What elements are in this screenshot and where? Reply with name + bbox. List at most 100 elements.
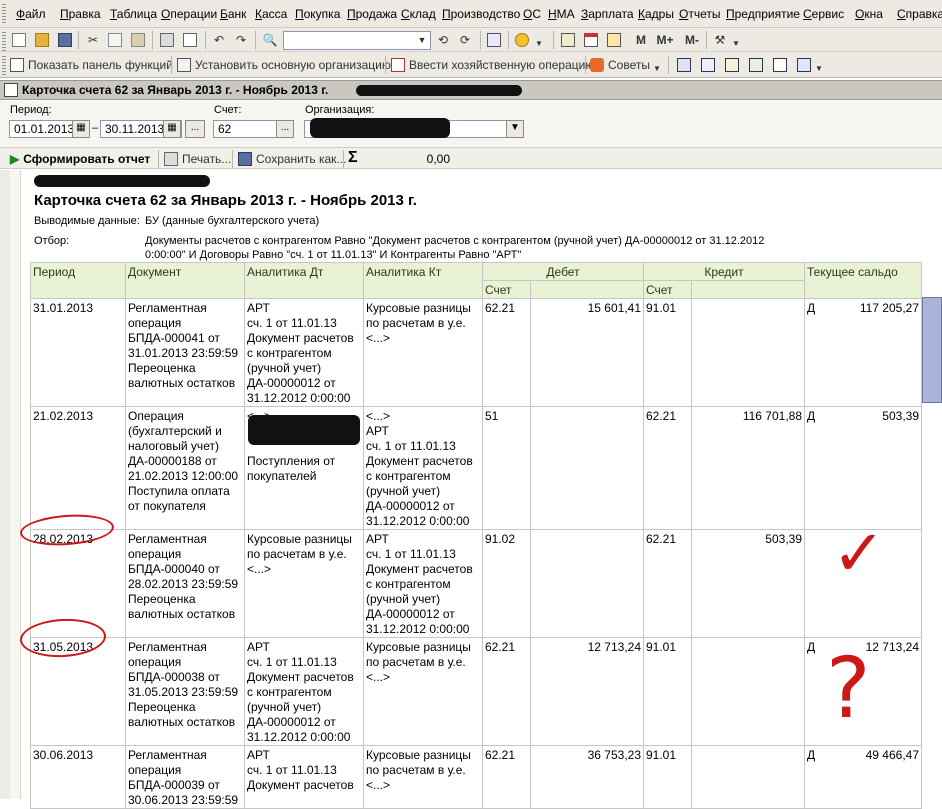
menu-item-3[interactable]: Операции xyxy=(161,7,217,21)
cell-c-sum[interactable]: 503,39 xyxy=(691,529,805,638)
cell-doc[interactable]: Регламентная операция БПДА-000039 от 30.06.… xyxy=(125,745,245,809)
cell-d-acc[interactable]: 91.02 xyxy=(482,529,531,638)
table-row[interactable]: 30.06.2013 Регламентная операция БПДА-00003… xyxy=(30,745,922,809)
menu-item-14[interactable]: Отчеты xyxy=(679,7,721,21)
copy-icon[interactable] xyxy=(106,31,124,49)
cell-d-sum[interactable] xyxy=(530,529,644,638)
menu-item-17[interactable]: Окна xyxy=(855,7,883,21)
table-row[interactable]: 28.02.2013 Регламентная операция БПДА-00004… xyxy=(30,529,922,638)
cell-d-sum[interactable] xyxy=(530,406,644,530)
clipboard-icon[interactable] xyxy=(605,31,623,49)
menu-item-12[interactable]: Зарплата xyxy=(581,7,634,21)
windows-icon[interactable] xyxy=(485,31,503,49)
cell-c-sum[interactable] xyxy=(691,637,805,746)
menu-item-9[interactable]: Производство xyxy=(442,7,520,21)
cell-d-sum[interactable]: 36 753,23 xyxy=(530,745,644,809)
memory-button[interactable]: M xyxy=(633,31,649,49)
cell-dt[interactable]: Курсовые разницы по расчетам в у.е. <...> xyxy=(244,529,364,638)
menu-item-11[interactable]: НМА xyxy=(548,7,575,21)
date-from-calendar-icon[interactable]: ▦ xyxy=(72,120,90,138)
cut-icon[interactable]: ✂ xyxy=(84,31,102,49)
menu-item-8[interactable]: Склад xyxy=(401,7,436,21)
tips-button[interactable]: Советы xyxy=(590,56,650,74)
chart-icon[interactable] xyxy=(795,56,813,74)
paste-icon[interactable] xyxy=(129,31,147,49)
more-dropdown-icon[interactable]: ▼ xyxy=(814,59,824,77)
account-select-button[interactable]: ... xyxy=(276,120,294,138)
table-row[interactable]: 31.05.2013 Регламентная операция БПДА-00003… xyxy=(30,637,922,746)
cell-kt[interactable]: Курсовые разницы по расчетам в у.е. <...> xyxy=(363,298,483,407)
journal-icon[interactable] xyxy=(699,56,717,74)
cell-d-acc[interactable]: 51 xyxy=(482,406,531,530)
cell-doc[interactable]: Регламентная операция БПДА-000038 от 31.05.… xyxy=(125,637,245,746)
cell-period[interactable]: 30.06.2013 xyxy=(30,745,126,809)
cell-dt[interactable]: АРТ сч. 1 от 11.01.13 Документ расчетов xyxy=(244,745,364,809)
info-dropdown-icon[interactable]: ▼ xyxy=(534,34,544,52)
save-as-button[interactable]: Сохранить как... xyxy=(238,150,346,168)
undo-icon[interactable]: ↶ xyxy=(210,31,228,49)
print-button[interactable]: Печать... xyxy=(164,150,231,168)
show-panel-button[interactable]: Показать панель функций xyxy=(10,56,173,74)
redo-icon[interactable]: ↷ xyxy=(232,31,250,49)
employee-icon[interactable] xyxy=(747,56,765,74)
open-folder-icon[interactable] xyxy=(33,31,51,49)
menu-item-16[interactable]: Сервис xyxy=(803,7,844,21)
cell-c-acc[interactable]: 91.01 xyxy=(643,745,692,809)
tips-dropdown-icon[interactable]: ▼ xyxy=(652,59,662,77)
cell-doc[interactable]: Регламентная операция БПДА-000040 от 28.02.… xyxy=(125,529,245,638)
cell-bal[interactable]: Д 49 466,47 xyxy=(804,745,922,809)
menu-item-5[interactable]: Касса xyxy=(255,7,287,21)
set-main-org-button[interactable]: Установить основную организацию xyxy=(177,56,391,74)
users-icon[interactable] xyxy=(723,56,741,74)
cell-kt[interactable]: АРТ сч. 1 от 11.01.13 Документ расчетов с к… xyxy=(363,529,483,638)
cell-c-acc[interactable]: 91.01 xyxy=(643,637,692,746)
cell-kt[interactable]: Курсовые разницы по расчетам в у.е. <...> xyxy=(363,637,483,746)
print-preview-icon[interactable] xyxy=(181,31,199,49)
memory-plus-button[interactable]: M+ xyxy=(653,31,677,49)
memory-minus-button[interactable]: M- xyxy=(681,31,703,49)
menu-item-1[interactable]: Правка xyxy=(60,7,101,21)
cell-dt[interactable]: АРТ сч. 1 от 11.01.13 Документ расчетов с к… xyxy=(244,298,364,407)
cell-kt[interactable]: Курсовые разницы по расчетам в у.е. <...> xyxy=(363,745,483,809)
cell-dt[interactable]: АРТ сч. 1 от 11.01.13 Документ расчетов с к… xyxy=(244,637,364,746)
calculator-icon[interactable] xyxy=(559,31,577,49)
enter-operation-button[interactable]: Ввести хозяйственную операцию xyxy=(391,56,594,74)
menu-item-10[interactable]: ОС xyxy=(523,7,541,21)
menu-item-2[interactable]: Таблица xyxy=(110,7,157,21)
menu-item-4[interactable]: Банк xyxy=(220,7,246,21)
generate-report-button[interactable]: ▶ Сформировать отчет xyxy=(10,150,150,168)
report-icon[interactable] xyxy=(771,56,789,74)
cell-doc[interactable]: Регламентная операция БПДА-000041 от 31.01.… xyxy=(125,298,245,407)
search-dropdown-icon[interactable]: ▼ xyxy=(415,31,429,49)
cell-d-acc[interactable]: 62.21 xyxy=(482,298,531,407)
cell-doc[interactable]: Операция (бухгалтерский и налоговый учет) Д… xyxy=(125,406,245,530)
menu-item-7[interactable]: Продажа xyxy=(347,7,397,21)
cell-d-acc[interactable]: 62.21 xyxy=(482,745,531,809)
organization-dropdown-icon[interactable]: ▼ xyxy=(506,120,524,138)
search-icon[interactable]: 🔍 xyxy=(261,31,279,49)
menu-item-0[interactable]: Файл xyxy=(16,7,46,21)
cell-d-acc[interactable]: 62.21 xyxy=(482,637,531,746)
cell-bal[interactable]: Д 503,39 xyxy=(804,406,922,530)
cell-c-acc[interactable]: 91.01 xyxy=(643,298,692,407)
date-to-calendar-icon[interactable]: ▦ xyxy=(163,120,181,138)
cell-period[interactable]: 31.01.2013 xyxy=(30,298,126,407)
cell-period[interactable]: 21.02.2013 xyxy=(30,406,126,530)
cell-c-acc[interactable]: 62.21 xyxy=(643,529,692,638)
menu-item-13[interactable]: Кадры xyxy=(638,7,674,21)
search-input[interactable] xyxy=(283,31,431,50)
cell-kt[interactable]: <...> АРТ сч. 1 от 11.01.13 Документ расчет… xyxy=(363,406,483,530)
menu-item-18[interactable]: Справка xyxy=(897,7,942,21)
cell-c-sum[interactable] xyxy=(691,298,805,407)
cell-c-sum[interactable] xyxy=(691,745,805,809)
table-row[interactable]: 31.01.2013 Регламентная операция БПДА-00004… xyxy=(30,298,922,407)
info-icon[interactable] xyxy=(513,31,531,49)
cell-c-sum[interactable]: 116 701,88 xyxy=(691,406,805,530)
cell-d-sum[interactable]: 15 601,41 xyxy=(530,298,644,407)
new-document-icon[interactable] xyxy=(10,31,28,49)
report-sheet[interactable]: Карточка счета 62 за Январь 2013 г. - Но… xyxy=(0,170,942,809)
calendar-icon[interactable] xyxy=(582,31,600,49)
save-disk-icon[interactable] xyxy=(56,31,74,49)
period-select-button[interactable]: ... xyxy=(185,120,205,138)
bank-icon[interactable] xyxy=(675,56,693,74)
